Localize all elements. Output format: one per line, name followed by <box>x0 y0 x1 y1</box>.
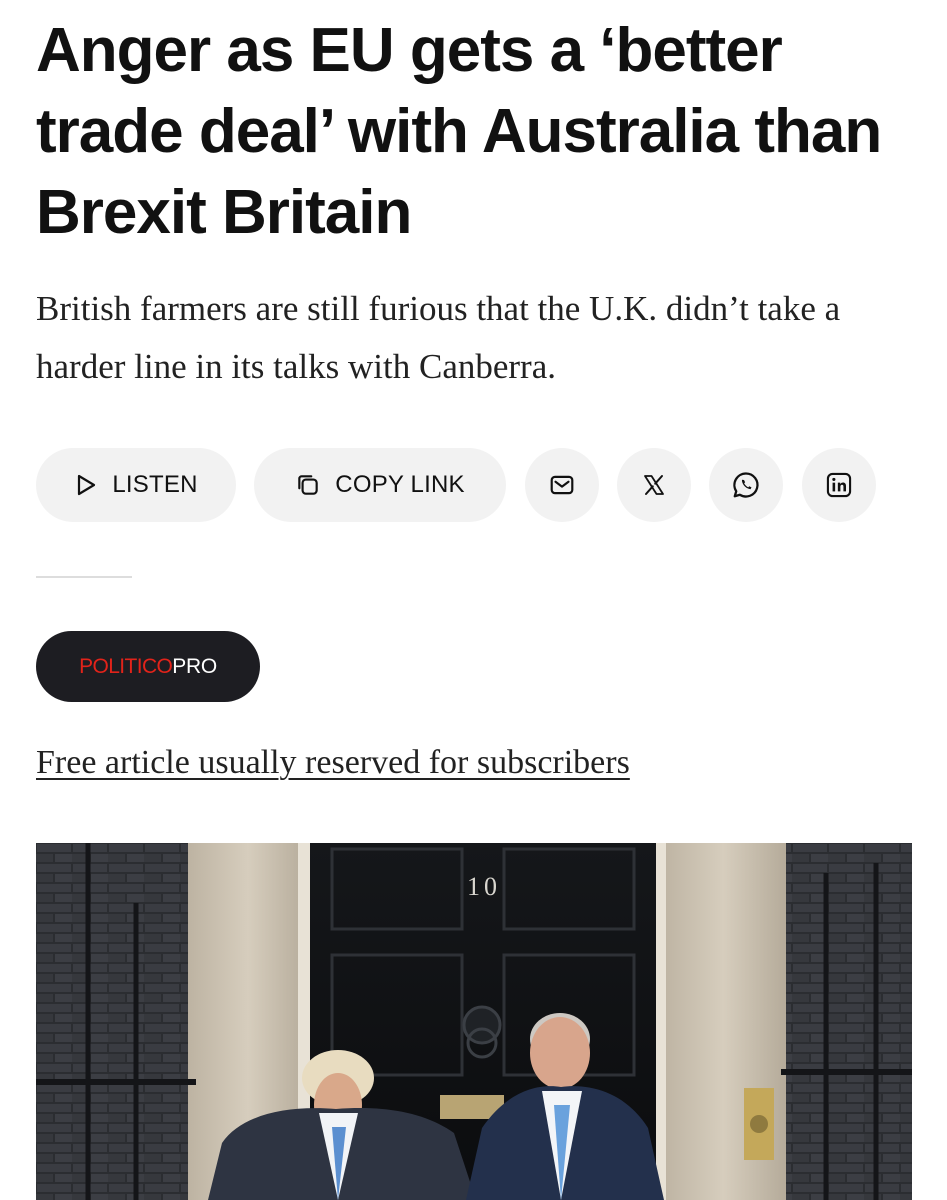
brand-politico: POLITICO <box>79 654 173 678</box>
copy-link-label: COPY LINK <box>335 471 465 498</box>
article-photo: 10 <box>36 843 912 1200</box>
article-dek: British farmers are still furious that t… <box>36 289 841 386</box>
photo-scene: 10 <box>36 843 912 1200</box>
mail-icon <box>549 472 575 498</box>
copy-link-button[interactable]: COPY LINK <box>254 448 506 522</box>
x-icon <box>642 473 666 497</box>
listen-button[interactable]: LISTEN <box>36 448 236 522</box>
whatsapp-icon <box>731 470 761 500</box>
listen-label: LISTEN <box>112 471 198 498</box>
linkedin-share-button[interactable] <box>802 448 876 522</box>
share-bar: LISTEN COPY LINK <box>36 448 916 524</box>
x-share-button[interactable] <box>617 448 691 522</box>
linkedin-icon <box>825 471 853 499</box>
politico-pro-badge[interactable]: POLITICO PRO <box>36 631 260 702</box>
headline: Anger as EU gets a ‘better trade deal’ w… <box>36 16 882 247</box>
door-number: 10 <box>467 872 501 901</box>
whatsapp-share-button[interactable] <box>709 448 783 522</box>
free-article-link[interactable]: Free article usually reserved for subscr… <box>36 740 630 786</box>
play-icon <box>74 473 98 497</box>
brand-pro: PRO <box>172 654 217 678</box>
divider <box>36 576 132 578</box>
copy-icon <box>295 472 321 498</box>
email-share-button[interactable] <box>525 448 599 522</box>
